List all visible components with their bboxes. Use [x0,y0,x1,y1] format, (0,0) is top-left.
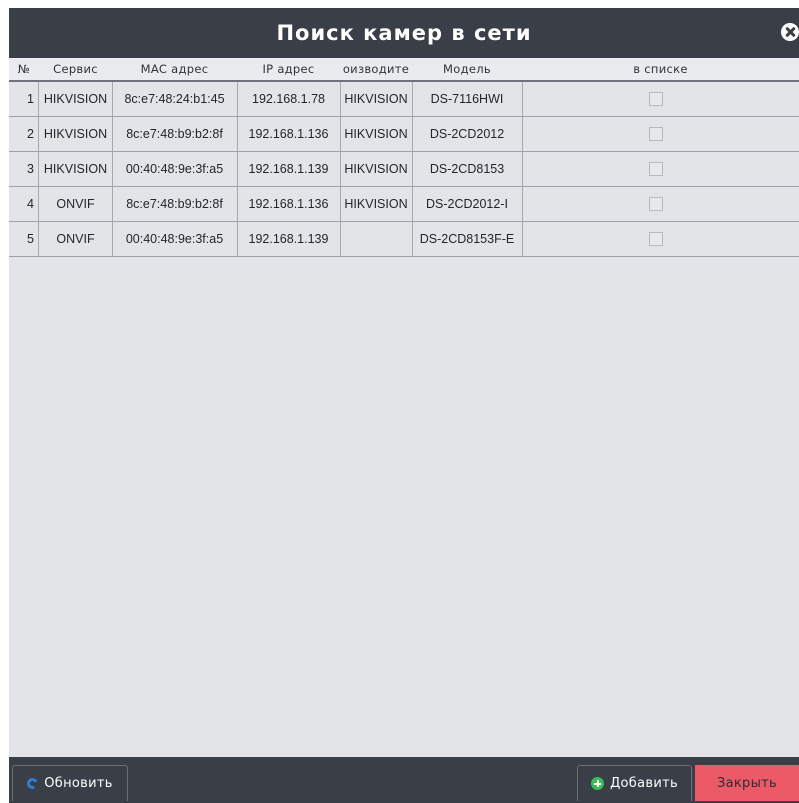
window-title: Поиск камер в сети [276,21,532,45]
cell-model: DS-2CD8153 [412,152,523,186]
header-service[interactable]: Сервис [39,58,112,80]
cell-vendor: HIKVISION [340,117,413,151]
cell-number: 1 [9,82,39,116]
cell-number: 2 [9,117,39,151]
cell-number: 4 [9,187,39,221]
cell-number: 3 [9,152,39,186]
refresh-label: Обновить [44,776,113,791]
table-row[interactable]: 4 ONVIF 8c:e7:48:b9:b2:8f 192.168.1.136 HIKV… [9,187,799,222]
cell-mac: 8c:e7:48:24:b1:45 [112,82,238,116]
header-number[interactable]: № [9,58,39,80]
cell-model: DS-2CD2012 [412,117,523,151]
in-list-checkbox[interactable] [649,127,663,141]
header-vendor[interactable]: оизводите [340,58,412,80]
table-row[interactable]: 2 HIKVISION 8c:e7:48:b9:b2:8f 192.168.1.136… [9,117,799,152]
cell-mac: 00:40:48:9e:3f:a5 [112,222,238,256]
close-label: Закрыть [716,775,777,791]
bottom-toolbar: Обновить Добавить Закрыть [9,757,799,803]
cell-ip: 192.168.1.136 [237,187,341,221]
cell-service: ONVIF [39,187,113,221]
table-body: 1 HIKVISION 8c:e7:48:24:b1:45 192.168.1.78 H… [9,82,799,257]
header-in-list[interactable]: в списке [522,58,799,80]
cell-vendor [340,222,413,256]
cell-mac: 00:40:48:9e:3f:a5 [112,152,238,186]
titlebar: Поиск камер в сети [9,8,799,58]
cell-vendor: HIKVISION [340,187,413,221]
table-row[interactable]: 3 HIKVISION 00:40:48:9e:3f:a5 192.168.1.139… [9,152,799,187]
table-header: № Сервис MAC адрес IP адрес оизводите Мо… [9,58,799,82]
refresh-icon [25,776,40,791]
cell-service: HIKVISION [39,117,113,151]
cell-service: HIKVISION [39,152,113,186]
in-list-checkbox[interactable] [649,162,663,176]
camera-table: № Сервис MAC адрес IP адрес оизводите Мо… [9,58,799,758]
cell-number: 5 [9,222,39,256]
add-label: Добавить [610,776,678,791]
plus-icon [591,777,605,790]
in-list-checkbox[interactable] [649,232,663,246]
header-model[interactable]: Модель [412,58,522,80]
cell-ip: 192.168.1.136 [237,117,341,151]
cell-vendor: HIKVISION [340,82,413,116]
add-button[interactable]: Добавить [577,765,692,801]
header-ip[interactable]: IP адрес [237,58,340,80]
cell-model: DS-2CD2012-I [412,187,523,221]
cell-mac: 8c:e7:48:b9:b2:8f [112,187,238,221]
cell-model: DS-2CD8153F-E [412,222,523,256]
table-row[interactable]: 5 ONVIF 00:40:48:9e:3f:a5 192.168.1.139 DS-2… [9,222,799,257]
close-icon[interactable] [781,23,799,41]
cell-ip: 192.168.1.139 [237,222,341,256]
in-list-checkbox[interactable] [649,92,663,106]
cell-service: ONVIF [39,222,113,256]
cell-vendor: HIKVISION [340,152,413,186]
table-row[interactable]: 1 HIKVISION 8c:e7:48:24:b1:45 192.168.1.78 H… [9,82,799,117]
header-mac[interactable]: MAC адрес [112,58,237,80]
cell-model: DS-7116HWI [412,82,523,116]
cell-mac: 8c:e7:48:b9:b2:8f [112,117,238,151]
cell-ip: 192.168.1.78 [237,82,341,116]
cell-service: HIKVISION [39,82,113,116]
cell-ip: 192.168.1.139 [237,152,341,186]
camera-search-window: Поиск камер в сети № Сервис MAC адрес IP… [9,8,799,803]
refresh-button[interactable]: Обновить [12,765,128,801]
in-list-checkbox[interactable] [649,197,663,211]
close-button[interactable]: Закрыть [695,765,799,801]
